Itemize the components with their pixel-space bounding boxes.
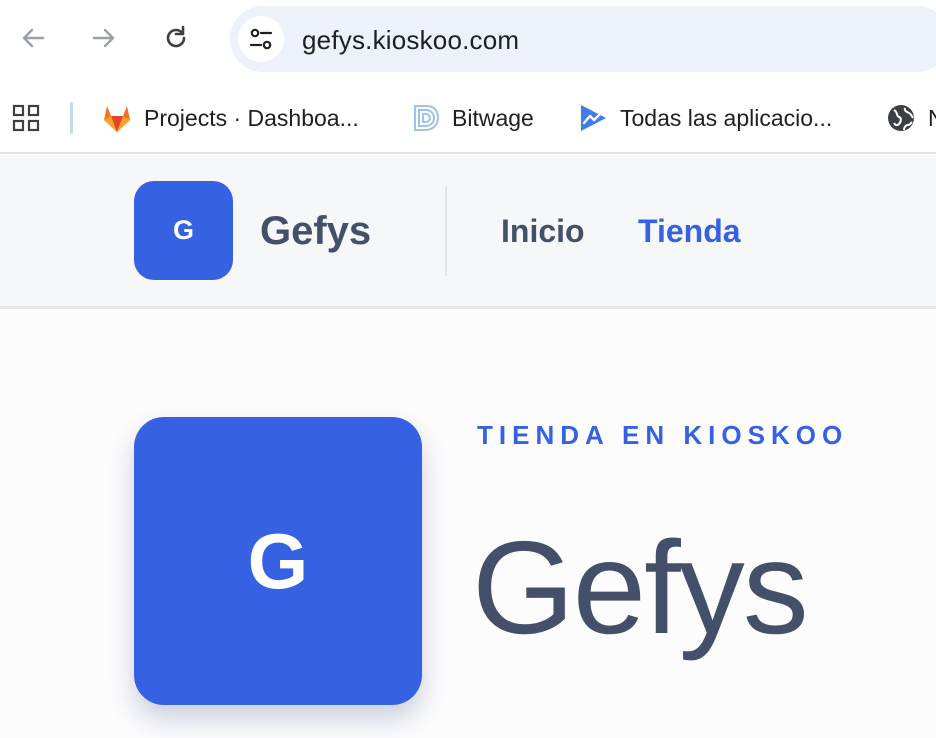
- bookmark-projects[interactable]: Projects · Dashboa...: [100, 98, 359, 138]
- url-text[interactable]: gefys.kioskoo.com: [302, 25, 519, 56]
- bookmark-label: Projects · Dashboa...: [144, 104, 359, 131]
- bitwage-icon: [408, 101, 442, 135]
- bookmark-todas-las-aplicaciones[interactable]: Todas las aplicacio...: [576, 98, 832, 138]
- hero-logo-letter: G: [247, 516, 309, 605]
- header-divider: [445, 186, 447, 276]
- hero-title: Gefys: [472, 514, 809, 661]
- bookmark-label: Bitwage: [452, 104, 534, 131]
- apps-arrow-icon: [576, 101, 610, 135]
- reload-button[interactable]: [156, 18, 196, 58]
- back-button[interactable]: [13, 18, 53, 58]
- arrow-right-icon: [92, 28, 115, 48]
- forward-button[interactable]: [84, 18, 124, 58]
- address-bar[interactable]: gefys.kioskoo.com: [230, 6, 936, 72]
- site-header: G Gefys Inicio Tienda: [0, 155, 936, 309]
- site-info-button[interactable]: [238, 16, 284, 62]
- store-logo-letter: G: [172, 215, 194, 245]
- nav-link-tienda[interactable]: Tienda: [638, 213, 741, 250]
- bookmark-bitwage[interactable]: Bitwage: [408, 98, 534, 138]
- store-name[interactable]: Gefys: [260, 209, 371, 254]
- hero-logo: G: [134, 417, 422, 705]
- globe-icon: [884, 101, 918, 135]
- nav-link-inicio[interactable]: Inicio: [501, 213, 585, 250]
- bookmark-label: Todas las aplicacio...: [620, 104, 833, 131]
- store-logo[interactable]: G: [134, 181, 233, 280]
- hero-eyebrow: TIENDA EN KIOSKOO: [477, 420, 849, 450]
- bookmark-separator: [70, 102, 73, 134]
- bookmark-label: N: [928, 105, 936, 132]
- gitlab-icon: [100, 101, 134, 135]
- reload-icon: [166, 25, 186, 48]
- browser-toolbar: gefys.kioskoo.com: [0, 0, 936, 78]
- bookmark-globe[interactable]: N: [884, 98, 936, 138]
- hero-section: G TIENDA EN KIOSKOO Gefys: [0, 312, 936, 738]
- arrow-left-icon: [22, 28, 45, 48]
- bookmarks-bar: Projects · Dashboa... Bitwage Todas las …: [0, 78, 936, 154]
- tune-icon: [249, 28, 273, 50]
- apps-grid-icon[interactable]: [12, 104, 40, 132]
